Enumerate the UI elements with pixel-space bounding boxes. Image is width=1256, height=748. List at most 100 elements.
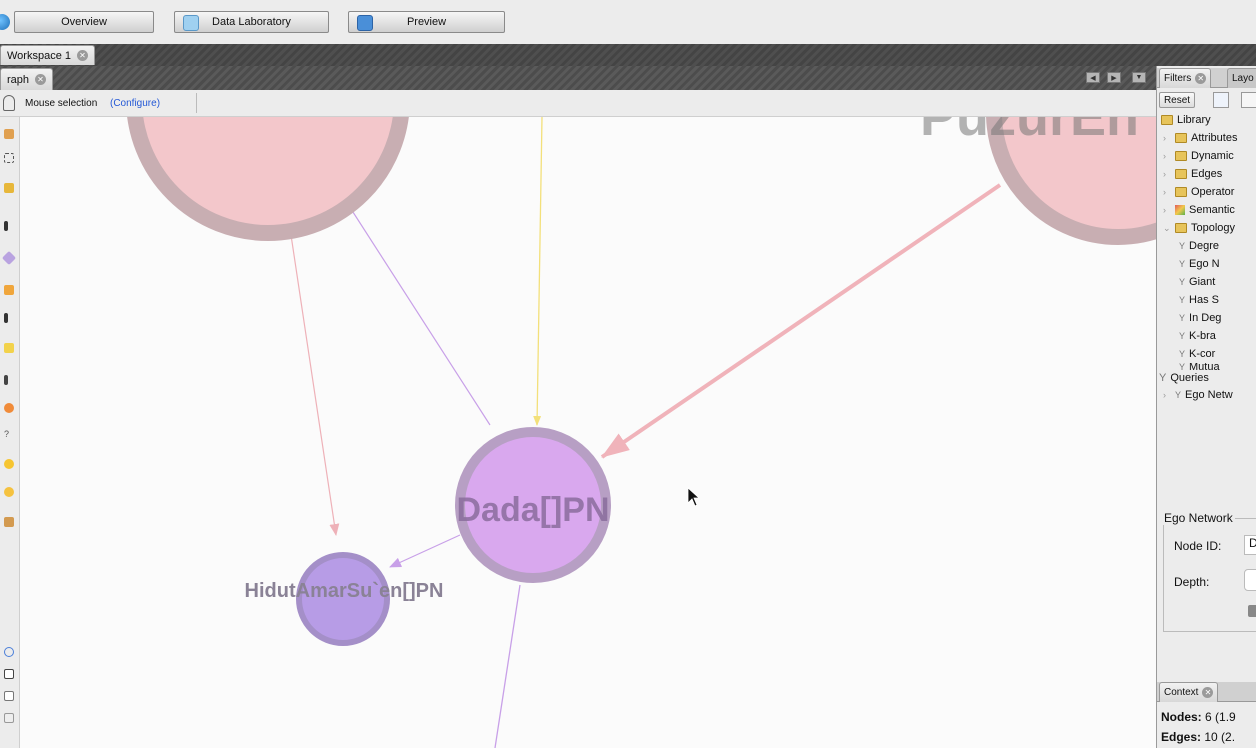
paint-icon[interactable]	[4, 285, 14, 295]
folder-icon	[1175, 169, 1187, 179]
graph-svg[interactable]: PuzurEn Dada[]PN HidutAmarSu`en[]PN	[20, 117, 1156, 748]
edges-value: 10 (2.	[1204, 730, 1236, 744]
library-label: Library	[1177, 114, 1211, 126]
folder-icon	[1175, 133, 1187, 143]
topology-item-label: Degre	[1189, 240, 1219, 252]
graph-tab[interactable]: raph ✕	[0, 68, 54, 90]
close-icon[interactable]: ✕	[35, 74, 47, 85]
help-icon[interactable]: ?	[4, 429, 14, 439]
depth-label: Depth:	[1174, 575, 1210, 589]
edge-violet-down	[494, 584, 521, 748]
topology-item[interactable]: Y Giant	[1179, 273, 1215, 291]
mouse-selection-icon[interactable]	[3, 95, 15, 111]
layout-tab[interactable]: Layo	[1227, 68, 1256, 88]
edge-violet-left	[389, 534, 461, 568]
node-id-label: Node ID:	[1174, 539, 1222, 553]
topology-item[interactable]: Y K-cor	[1179, 345, 1215, 363]
preview-button[interactable]: Preview	[348, 11, 505, 33]
configure-link[interactable]: (Configure)	[110, 98, 160, 109]
settings-icon[interactable]	[1241, 92, 1256, 108]
workspace-tab-label: Workspace 1	[7, 49, 71, 62]
brush-icon[interactable]	[4, 183, 14, 193]
query-item[interactable]: › Y Ego Netw	[1163, 386, 1233, 404]
text-tool-icon[interactable]	[4, 669, 14, 679]
tree-item-dynamic[interactable]: › Dynamic	[1163, 147, 1234, 165]
filter-icon: Y	[1179, 349, 1186, 359]
reset-button[interactable]: Reset	[1159, 92, 1195, 108]
rect-select-icon[interactable]	[4, 153, 14, 163]
scroll-left-icon[interactable]: ◀	[1086, 72, 1100, 83]
highlight-icon[interactable]	[4, 343, 14, 353]
topology-item[interactable]: Y Degre	[1179, 237, 1219, 255]
scroll-right-icon[interactable]: ▶	[1107, 72, 1121, 83]
edge-pink-thick	[600, 183, 1002, 459]
tree-item-label: Operator	[1191, 186, 1235, 198]
overview-button[interactable]: Overview	[14, 11, 154, 33]
topology-item[interactable]: Y Ego N	[1179, 255, 1220, 273]
context-tab[interactable]: Context ✕	[1159, 682, 1219, 702]
graph-tab-bar: raph ✕ ◀ ▶ ▼	[0, 66, 1156, 90]
chevron-right-icon: ›	[1163, 187, 1166, 197]
person-icon[interactable]	[4, 517, 14, 527]
node-label-puzuren: PuzurEn	[920, 117, 1139, 147]
tree-item-semantic[interactable]: › Semantic	[1163, 201, 1235, 219]
chevron-right-icon: ›	[1163, 151, 1166, 161]
tree-item-label: Topology	[1191, 222, 1236, 234]
data-laboratory-label: Data Laboratory	[212, 16, 291, 28]
layout-tab-label: Layo	[1232, 73, 1254, 84]
library-folder[interactable]: Library	[1161, 111, 1211, 129]
filter-icon: Y	[1179, 295, 1186, 305]
chevron-down-icon: ⌄	[1163, 222, 1171, 233]
path-icon[interactable]	[4, 375, 8, 385]
depth-select[interactable]	[1244, 569, 1256, 591]
data-laboratory-button[interactable]: Data Laboratory	[174, 11, 329, 33]
topology-item-label: Has S	[1189, 294, 1219, 306]
preview-label: Preview	[406, 16, 447, 28]
folder-icon	[1175, 223, 1187, 233]
close-icon[interactable]: ✕	[1202, 687, 1214, 698]
node-id-value: D	[1249, 536, 1256, 550]
close-icon[interactable]: ✕	[77, 50, 88, 61]
topology-item-label: K-cor	[1189, 348, 1216, 360]
bulb-icon[interactable]	[4, 459, 14, 469]
chevron-right-icon: ›	[1163, 390, 1166, 400]
tree-item-label: Semantic	[1189, 204, 1235, 216]
graph-canvas[interactable]: PuzurEn Dada[]PN HidutAmarSu`en[]PN	[20, 117, 1156, 748]
smiley-icon[interactable]	[4, 487, 14, 497]
edge-tool-icon[interactable]	[4, 313, 8, 323]
queries-label: Queries	[1170, 372, 1209, 384]
edge-yellow	[533, 117, 543, 426]
edge-color-icon[interactable]	[4, 691, 14, 701]
export-icon[interactable]	[1213, 92, 1229, 108]
graph-tab-label: raph	[7, 73, 30, 86]
close-icon[interactable]: ✕	[1195, 73, 1207, 84]
tree-item-operator[interactable]: › Operator	[1163, 183, 1234, 201]
context-tab-label: Context	[1164, 687, 1199, 698]
checkbox[interactable]	[1248, 605, 1256, 617]
tree-item-topology[interactable]: ⌄ Topology	[1163, 219, 1235, 237]
node-id-input[interactable]: D	[1244, 535, 1256, 555]
dropdown-icon[interactable]: ▼	[1132, 72, 1146, 83]
queries-root[interactable]: Y Queries	[1159, 369, 1209, 387]
panel-tabs: Filters ✕ Layo	[1157, 68, 1256, 88]
topology-item[interactable]: Y In Deg	[1179, 309, 1221, 327]
topology-item-label: In Deg	[1189, 312, 1222, 324]
tree-item-attributes[interactable]: › Attributes	[1163, 129, 1237, 147]
reset-label: Reset	[1163, 94, 1191, 106]
topology-item[interactable]: Y K-bra	[1179, 327, 1216, 345]
topology-item[interactable]: Y Has S	[1179, 291, 1219, 309]
tree-item-label: Dynamic	[1191, 150, 1234, 162]
node-top-left[interactable]	[127, 117, 409, 241]
select-tool-icon[interactable]	[4, 129, 14, 139]
zoom-icon[interactable]	[4, 647, 14, 657]
diamond-icon[interactable]	[1, 250, 17, 266]
filters-tab[interactable]: Filters ✕	[1159, 68, 1212, 88]
tree-item-edges[interactable]: › Edges	[1163, 165, 1222, 183]
tree-item-label: Edges	[1191, 168, 1223, 180]
settings-icon[interactable]	[4, 713, 14, 723]
folder-icon	[1161, 115, 1173, 125]
pencil-icon[interactable]	[4, 221, 8, 231]
color-icon[interactable]	[4, 403, 14, 413]
workspace-tab[interactable]: Workspace 1 ✕	[0, 45, 95, 65]
nodes-value: 6 (1.9	[1205, 710, 1236, 724]
